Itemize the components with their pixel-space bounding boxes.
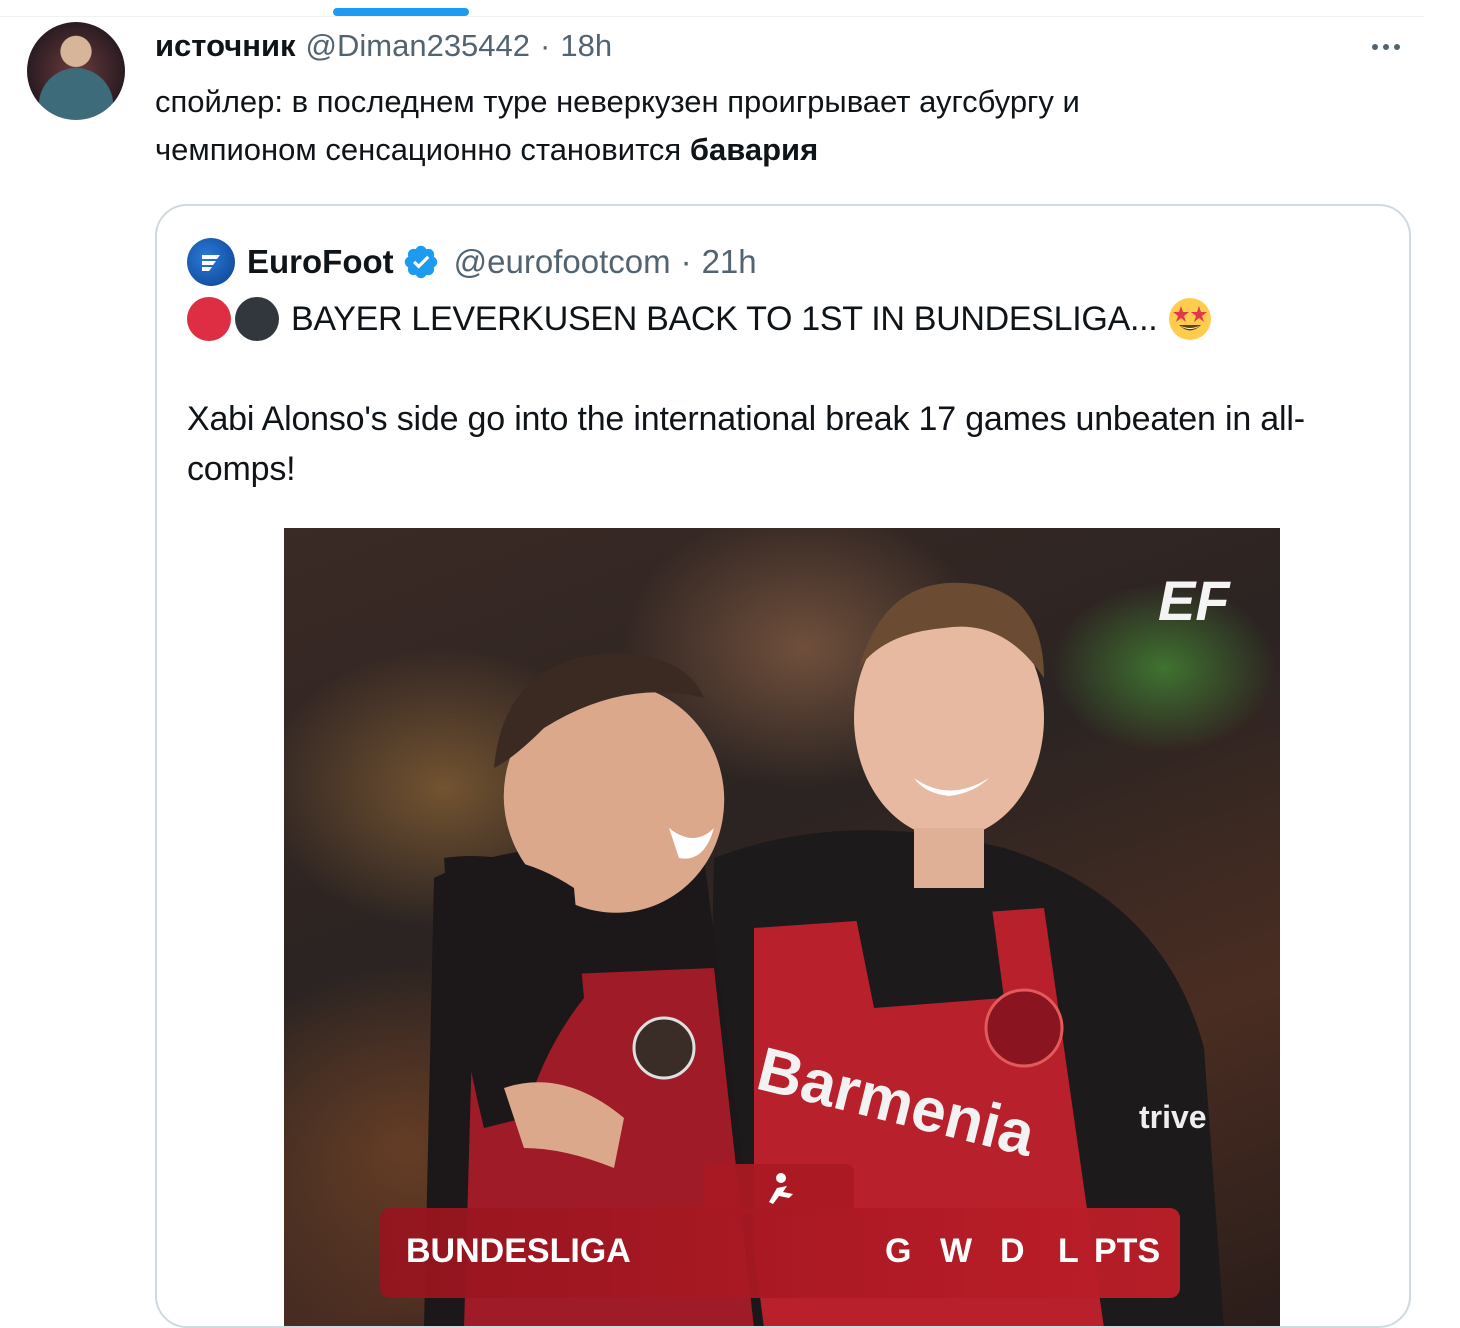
more-options-button[interactable] bbox=[1364, 30, 1408, 64]
quote-media-image[interactable]: Barmenia trive EF BUNDESLIGA G W D L PTS bbox=[284, 528, 1280, 1326]
quote-headline: BAYER LEVERKUSEN BACK TO 1ST IN BUNDESLI… bbox=[291, 299, 1158, 338]
sleeve-sponsor-text: trive bbox=[1139, 1099, 1207, 1135]
timestamp[interactable]: 18h bbox=[560, 28, 612, 64]
tweet-text-plain: чемпионом сенсационно становится bbox=[155, 132, 690, 167]
active-tab-indicator bbox=[333, 8, 469, 16]
tweet-text-bold: бавария bbox=[689, 132, 819, 167]
author-name[interactable]: источник bbox=[155, 28, 296, 64]
watermark-text: EF bbox=[1158, 572, 1231, 632]
quote-avatar bbox=[187, 238, 235, 286]
black-circle-emoji bbox=[235, 297, 279, 341]
bundesliga-logo-tab bbox=[704, 1164, 854, 1214]
author-handle[interactable]: @Diman235442 bbox=[306, 28, 531, 64]
column-d: D bbox=[1000, 1232, 1025, 1270]
standings-title: BUNDESLIGA bbox=[406, 1232, 631, 1270]
column-l: L bbox=[1058, 1232, 1079, 1270]
column-w: W bbox=[940, 1232, 973, 1270]
eurofoot-logo-icon bbox=[202, 255, 220, 271]
avatar[interactable] bbox=[27, 22, 125, 120]
quote-author-name[interactable]: EuroFoot bbox=[247, 243, 394, 281]
quote-timestamp[interactable]: 21h bbox=[702, 243, 757, 281]
top-divider bbox=[0, 16, 1424, 17]
separator-dot: · bbox=[540, 28, 551, 63]
tweet-header: источник @Diman235442 · 18h bbox=[155, 24, 612, 68]
quote-separator-dot: · bbox=[680, 243, 692, 280]
quote-header: EuroFoot @eurofootcom · 21h bbox=[187, 238, 757, 286]
star-struck-emoji bbox=[1169, 298, 1212, 340]
quoted-tweet-card[interactable]: EuroFoot @eurofootcom · 21h BAYER LEVERK… bbox=[155, 204, 1411, 1328]
tweet-text-line-1: спойлер: в последнем туре неверкузен про… bbox=[155, 84, 1080, 119]
standings-header-bar: BUNDESLIGA G W D L PTS bbox=[380, 1208, 1180, 1298]
quote-body-text: Xabi Alonso's side go into the internati… bbox=[187, 400, 1305, 488]
bundesliga-logo-icon bbox=[769, 1173, 793, 1204]
column-g: G bbox=[885, 1232, 912, 1270]
quote-text-line-1: BAYER LEVERKUSEN BACK TO 1ST IN BUNDESLI… bbox=[187, 296, 1213, 342]
tweet-text: спойлер: в последнем туре неверкузен про… bbox=[155, 78, 1305, 174]
tweet-text-line-2: чемпионом сенсационно становится бавария bbox=[155, 126, 1305, 174]
more-icon bbox=[1372, 44, 1400, 50]
quote-author-handle[interactable]: @eurofootcom bbox=[454, 243, 671, 281]
column-pts: PTS bbox=[1094, 1232, 1161, 1270]
eurofoot-watermark: EF bbox=[1158, 572, 1231, 632]
verified-icon bbox=[404, 245, 437, 279]
red-circle-emoji bbox=[187, 297, 231, 341]
